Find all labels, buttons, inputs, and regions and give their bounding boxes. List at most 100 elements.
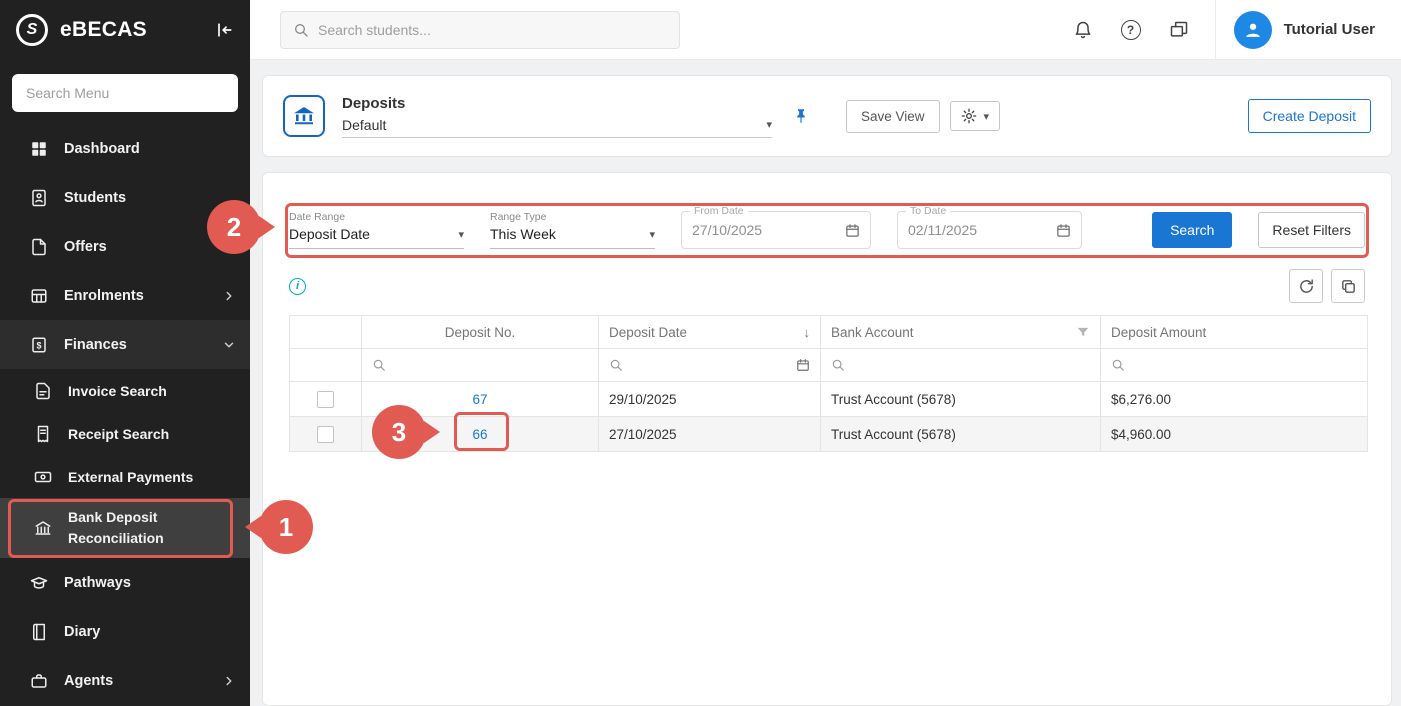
external-payments-icon: [34, 468, 52, 486]
sidebar-item-bank-deposit-reconciliation[interactable]: Bank Deposit Reconciliation: [0, 498, 250, 558]
deposit-date-cell: 29/10/2025: [599, 382, 821, 417]
app-root: eBECAS Dashboard Students Offers Enrolme…: [0, 0, 1401, 706]
deposit-no-cell: 66: [362, 417, 599, 452]
calendar-icon[interactable]: [796, 358, 810, 372]
topbar: Tutorial User: [250, 0, 1401, 60]
deposit-no-link[interactable]: 67: [472, 392, 487, 407]
row-checkbox-cell: [290, 382, 362, 417]
sidebar-item-label: External Payments: [68, 469, 193, 485]
calendar-icon[interactable]: [1056, 223, 1071, 238]
calendar-icon[interactable]: [845, 223, 860, 238]
filter-cell-bank-account[interactable]: [821, 349, 1101, 382]
grid-toolbar: [289, 269, 1365, 303]
student-search-input[interactable]: [318, 22, 667, 38]
pathways-icon: [30, 574, 48, 592]
enrolments-icon: [30, 287, 48, 305]
sidebar-nav: Dashboard Students Offers Enrolments $ F…: [0, 124, 250, 705]
table-row[interactable]: 66 27/10/2025 Trust Account (5678) $4,96…: [290, 417, 1368, 452]
sidebar-item-offers[interactable]: Offers: [0, 222, 250, 271]
sidebar-collapse-icon[interactable]: [214, 20, 234, 40]
view-selector-value: Default: [342, 117, 386, 133]
help-icon[interactable]: [1119, 20, 1143, 40]
refresh-icon: [1298, 278, 1315, 295]
sidebar-item-receipt-search[interactable]: Receipt Search: [0, 412, 250, 455]
sidebar-search-input[interactable]: [12, 74, 238, 112]
sidebar-item-students[interactable]: Students: [0, 173, 250, 222]
column-header-deposit-amount[interactable]: Deposit Amount: [1101, 316, 1368, 349]
create-deposit-button[interactable]: Create Deposit: [1248, 99, 1371, 133]
row-checkbox[interactable]: [317, 426, 334, 443]
student-search[interactable]: [280, 11, 680, 49]
copy-button[interactable]: [1331, 269, 1365, 303]
row-checkbox[interactable]: [317, 391, 334, 408]
deposit-amount-cell: $6,276.00: [1101, 382, 1368, 417]
sidebar-item-diary[interactable]: Diary: [0, 607, 250, 656]
receipt-search-icon: [34, 425, 52, 443]
from-date-input[interactable]: From Date 27/10/2025: [681, 211, 871, 249]
filter-cell-checkbox: [290, 349, 362, 382]
user-name: Tutorial User: [1284, 21, 1375, 38]
chevron-down-icon: [984, 110, 990, 123]
window-restore-icon[interactable]: [1167, 20, 1191, 40]
notifications-bell-icon[interactable]: [1071, 20, 1095, 40]
dashboard-icon: [30, 140, 48, 158]
filter-cell-deposit-amount[interactable]: [1101, 349, 1368, 382]
date-range-select[interactable]: Date Range Deposit Date: [289, 211, 464, 249]
header-row: Deposit No. Deposit Date Bank Account De…: [290, 316, 1368, 349]
range-type-select[interactable]: Range Type This Week: [490, 211, 655, 249]
topbar-right: Tutorial User: [1071, 0, 1401, 59]
gear-icon: [961, 108, 977, 124]
date-range-label: Date Range: [289, 211, 345, 223]
deposit-date-cell: 27/10/2025: [599, 417, 821, 452]
column-header-deposit-date[interactable]: Deposit Date: [599, 316, 821, 349]
sidebar: eBECAS Dashboard Students Offers Enrolme…: [0, 0, 250, 706]
sidebar-item-external-payments[interactable]: External Payments: [0, 455, 250, 498]
filter-row: [290, 349, 1368, 382]
column-header-deposit-no[interactable]: Deposit No.: [362, 316, 599, 349]
filter-cell-deposit-date[interactable]: [599, 349, 821, 382]
bank-icon: [34, 519, 52, 537]
deposit-no-link[interactable]: 66: [472, 427, 487, 442]
chevron-right-icon: [222, 674, 236, 688]
search-button[interactable]: Search: [1152, 212, 1232, 248]
ebecas-logo-icon: [16, 14, 48, 46]
table-row[interactable]: 67 29/10/2025 Trust Account (5678) $6,27…: [290, 382, 1368, 417]
reset-filters-button[interactable]: Reset Filters: [1258, 212, 1365, 248]
to-date-value: 02/11/2025: [908, 222, 1056, 238]
search-icon: [372, 358, 386, 372]
range-type-label: Range Type: [490, 211, 546, 223]
deposit-amount-cell: $4,960.00: [1101, 417, 1368, 452]
sidebar-item-label: Dashboard: [64, 141, 140, 157]
pin-icon[interactable]: [792, 107, 810, 125]
save-view-button[interactable]: Save View: [846, 100, 940, 133]
sidebar-item-label: Students: [64, 190, 126, 206]
chevron-down-icon: [649, 228, 655, 241]
view-selector[interactable]: Default: [342, 117, 772, 138]
sidebar-item-agents[interactable]: Agents: [0, 656, 250, 705]
bank-badge-icon: [283, 95, 325, 137]
select-all-header-cell: [290, 316, 362, 349]
filter-funnel-icon[interactable]: [1076, 325, 1090, 339]
row-checkbox-cell: [290, 417, 362, 452]
sort-desc-icon[interactable]: [804, 325, 811, 340]
sidebar-item-invoice-search[interactable]: Invoice Search: [0, 369, 250, 412]
user-avatar[interactable]: [1234, 11, 1272, 49]
refresh-button[interactable]: [1289, 269, 1323, 303]
filter-cell-deposit-no[interactable]: [362, 349, 599, 382]
sidebar-item-pathways[interactable]: Pathways: [0, 558, 250, 607]
settings-gear-button[interactable]: [950, 101, 1001, 131]
sidebar-item-label: Finances: [64, 337, 127, 353]
sidebar-item-enrolments[interactable]: Enrolments: [0, 271, 250, 320]
column-header-bank-account[interactable]: Bank Account: [821, 316, 1101, 349]
sidebar-item-label: Bank Deposit Reconciliation: [68, 507, 186, 549]
to-date-input[interactable]: To Date 02/11/2025: [897, 211, 1082, 249]
info-icon[interactable]: [289, 278, 306, 295]
sidebar-item-label: Diary: [64, 624, 100, 640]
sidebar-item-label: Receipt Search: [68, 426, 169, 442]
sidebar-item-finances[interactable]: $ Finances: [0, 320, 250, 369]
sidebar-item-dashboard[interactable]: Dashboard: [0, 124, 250, 173]
search-icon: [831, 358, 845, 372]
deposits-title-block: Deposits Default: [342, 95, 772, 138]
bank-account-cell: Trust Account (5678): [821, 417, 1101, 452]
diary-icon: [30, 623, 48, 641]
